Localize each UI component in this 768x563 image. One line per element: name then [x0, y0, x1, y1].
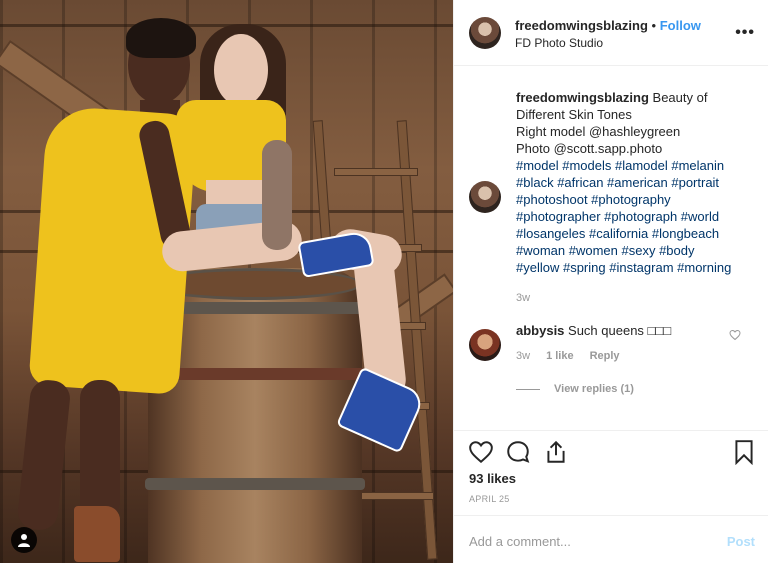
model-left-hair [126, 18, 196, 58]
comment-button[interactable] [505, 439, 531, 465]
avatar[interactable] [469, 181, 501, 213]
hashtag-line[interactable]: #photoshoot #photography [516, 191, 756, 208]
hashtag-line[interactable]: #yellow #spring #instagram #morning [516, 259, 756, 276]
view-replies-button[interactable]: View replies (1) [516, 383, 634, 395]
post-photo[interactable] [0, 0, 453, 563]
post-comment-button[interactable]: Post [727, 534, 755, 549]
caption-text: Right model @hashleygreen [516, 124, 681, 139]
like-count[interactable]: 93 likes [469, 471, 516, 486]
post-header: freedomwingsblazing • Follow FD Photo St… [454, 0, 768, 66]
view-replies-label: View replies (1) [554, 383, 634, 395]
avatar[interactable] [469, 329, 501, 361]
post-actions: 93 likes APRIL 25 [454, 430, 768, 514]
caption-username[interactable]: freedomwingsblazing [516, 90, 649, 105]
header-username[interactable]: freedomwingsblazing [515, 18, 648, 33]
post-date[interactable]: APRIL 25 [469, 494, 510, 504]
comment-likes[interactable]: 1 like [546, 350, 574, 362]
ladder-rung [350, 492, 434, 500]
ladder-rung [334, 168, 418, 176]
model-left-leg [16, 378, 72, 532]
header-separator: • [651, 18, 657, 33]
heart-icon [729, 329, 741, 341]
user-tag-button[interactable] [11, 527, 37, 553]
comment: abbysis Such queens □□□ 3w 1 like Reply [516, 323, 756, 362]
comment-text: Such queens □□□ [564, 323, 672, 338]
location-link[interactable]: FD Photo Studio [515, 36, 603, 50]
comment-timestamp[interactable]: 3w [516, 350, 530, 362]
more-options-button[interactable]: ••• [735, 24, 755, 42]
hashtag-line[interactable]: #model #models #lamodel #melanin [516, 157, 756, 174]
model-left-leg [80, 380, 120, 520]
comment-input[interactable]: Add a comment... [469, 534, 571, 549]
hashtag-line[interactable]: #losangeles #california #longbeach [516, 225, 756, 242]
post-details-pane: freedomwingsblazing • Follow FD Photo St… [453, 0, 768, 563]
like-button[interactable] [468, 439, 494, 465]
header-user-line: freedomwingsblazing • Follow [515, 18, 701, 33]
barrel-hoop [145, 478, 365, 490]
hashtag-line[interactable]: #woman #women #sexy #body [516, 242, 756, 259]
heart-icon [469, 441, 493, 464]
follow-button[interactable]: Follow [660, 18, 701, 33]
caption-timestamp[interactable]: 3w [516, 290, 756, 307]
model-right-head [214, 34, 268, 106]
avatar[interactable] [469, 17, 501, 49]
replies-divider [516, 388, 540, 390]
share-icon [547, 440, 565, 463]
post-caption: freedomwingsblazing Beauty of Different … [516, 89, 756, 307]
model-right-arm [262, 140, 292, 250]
comment-like-button[interactable] [729, 329, 741, 344]
caption-text: Different Skin Tones [516, 107, 632, 122]
bookmark-icon [735, 440, 753, 466]
caption-text: Photo @scott.sapp.photo [516, 141, 663, 156]
sandal [74, 506, 120, 562]
comments-list[interactable]: freedomwingsblazing Beauty of Different … [454, 67, 768, 429]
comment-meta: 3w 1 like Reply [516, 350, 756, 362]
hashtag-line[interactable]: #black #african #american #portrait [516, 174, 756, 191]
caption-text: Beauty of [648, 90, 708, 105]
share-button[interactable] [543, 439, 569, 465]
comment-username[interactable]: abbysis [516, 323, 564, 338]
comment-icon [507, 441, 530, 463]
hashtag-line[interactable]: #photographer #photograph #world [516, 208, 756, 225]
save-button[interactable] [731, 439, 757, 466]
add-comment-bar: Add a comment... Post [454, 515, 768, 563]
person-icon [18, 534, 30, 547]
reply-button[interactable]: Reply [590, 350, 620, 362]
